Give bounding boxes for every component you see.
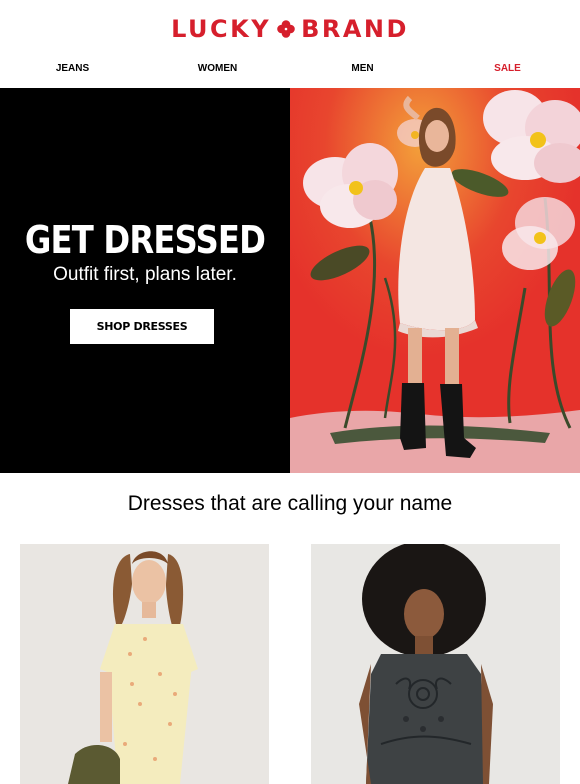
logo-text-right: BRAND (301, 15, 409, 43)
nav-jeans[interactable]: JEANS (0, 58, 145, 80)
section-title: Dresses that are calling your name (127, 492, 453, 515)
hero-photo-model-with-flowers (290, 88, 580, 473)
logo-text-left: LUCKY (171, 15, 272, 43)
hero-subtitle: Outfit first, plans later. (53, 264, 237, 285)
main-nav: JEANS WOMEN MEN SALE (0, 58, 580, 80)
hero-banner[interactable]: GET DRESSED Outfit first, plans later. S… (0, 88, 580, 473)
nav-sale[interactable]: SALE (435, 58, 580, 80)
product-grid (0, 544, 580, 784)
nav-women[interactable]: WOMEN (145, 58, 290, 80)
hero-image[interactable] (290, 88, 580, 473)
woman-floral-dress-photo (20, 544, 269, 784)
header: LUCKY BRAND (0, 0, 580, 58)
hero-text-panel: GET DRESSED Outfit first, plans later. S… (0, 88, 290, 473)
clover-icon (277, 20, 295, 38)
product-card-floral-dress[interactable] (20, 544, 269, 784)
hero-title: GET DRESSED (24, 218, 266, 262)
nav-men[interactable]: MEN (290, 58, 435, 80)
product-card-black-eyelet-dress[interactable] (311, 544, 560, 784)
lucky-brand-logo[interactable]: LUCKY BRAND (171, 15, 409, 43)
woman-black-eyelet-dress-photo (311, 544, 560, 784)
shop-dresses-button[interactable]: SHOP DRESSES (70, 309, 214, 344)
